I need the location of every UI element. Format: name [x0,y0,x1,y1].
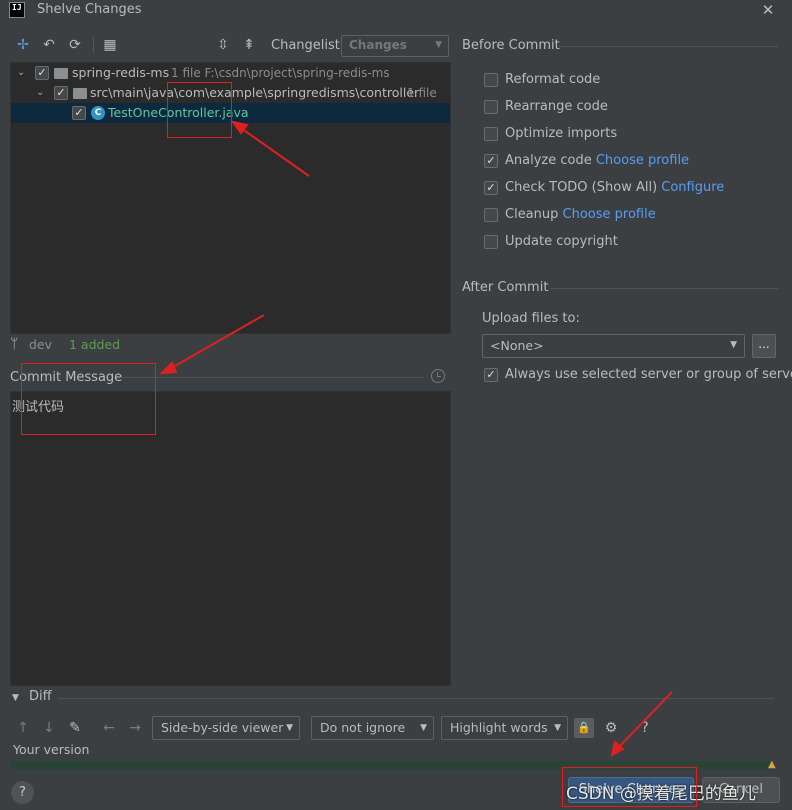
annotation-arrow [167,314,265,371]
annotation-arrow [615,691,673,751]
annotation-arrows [159,120,673,757]
annotation-arrow [237,125,310,177]
annotation-arrowhead [159,361,178,375]
